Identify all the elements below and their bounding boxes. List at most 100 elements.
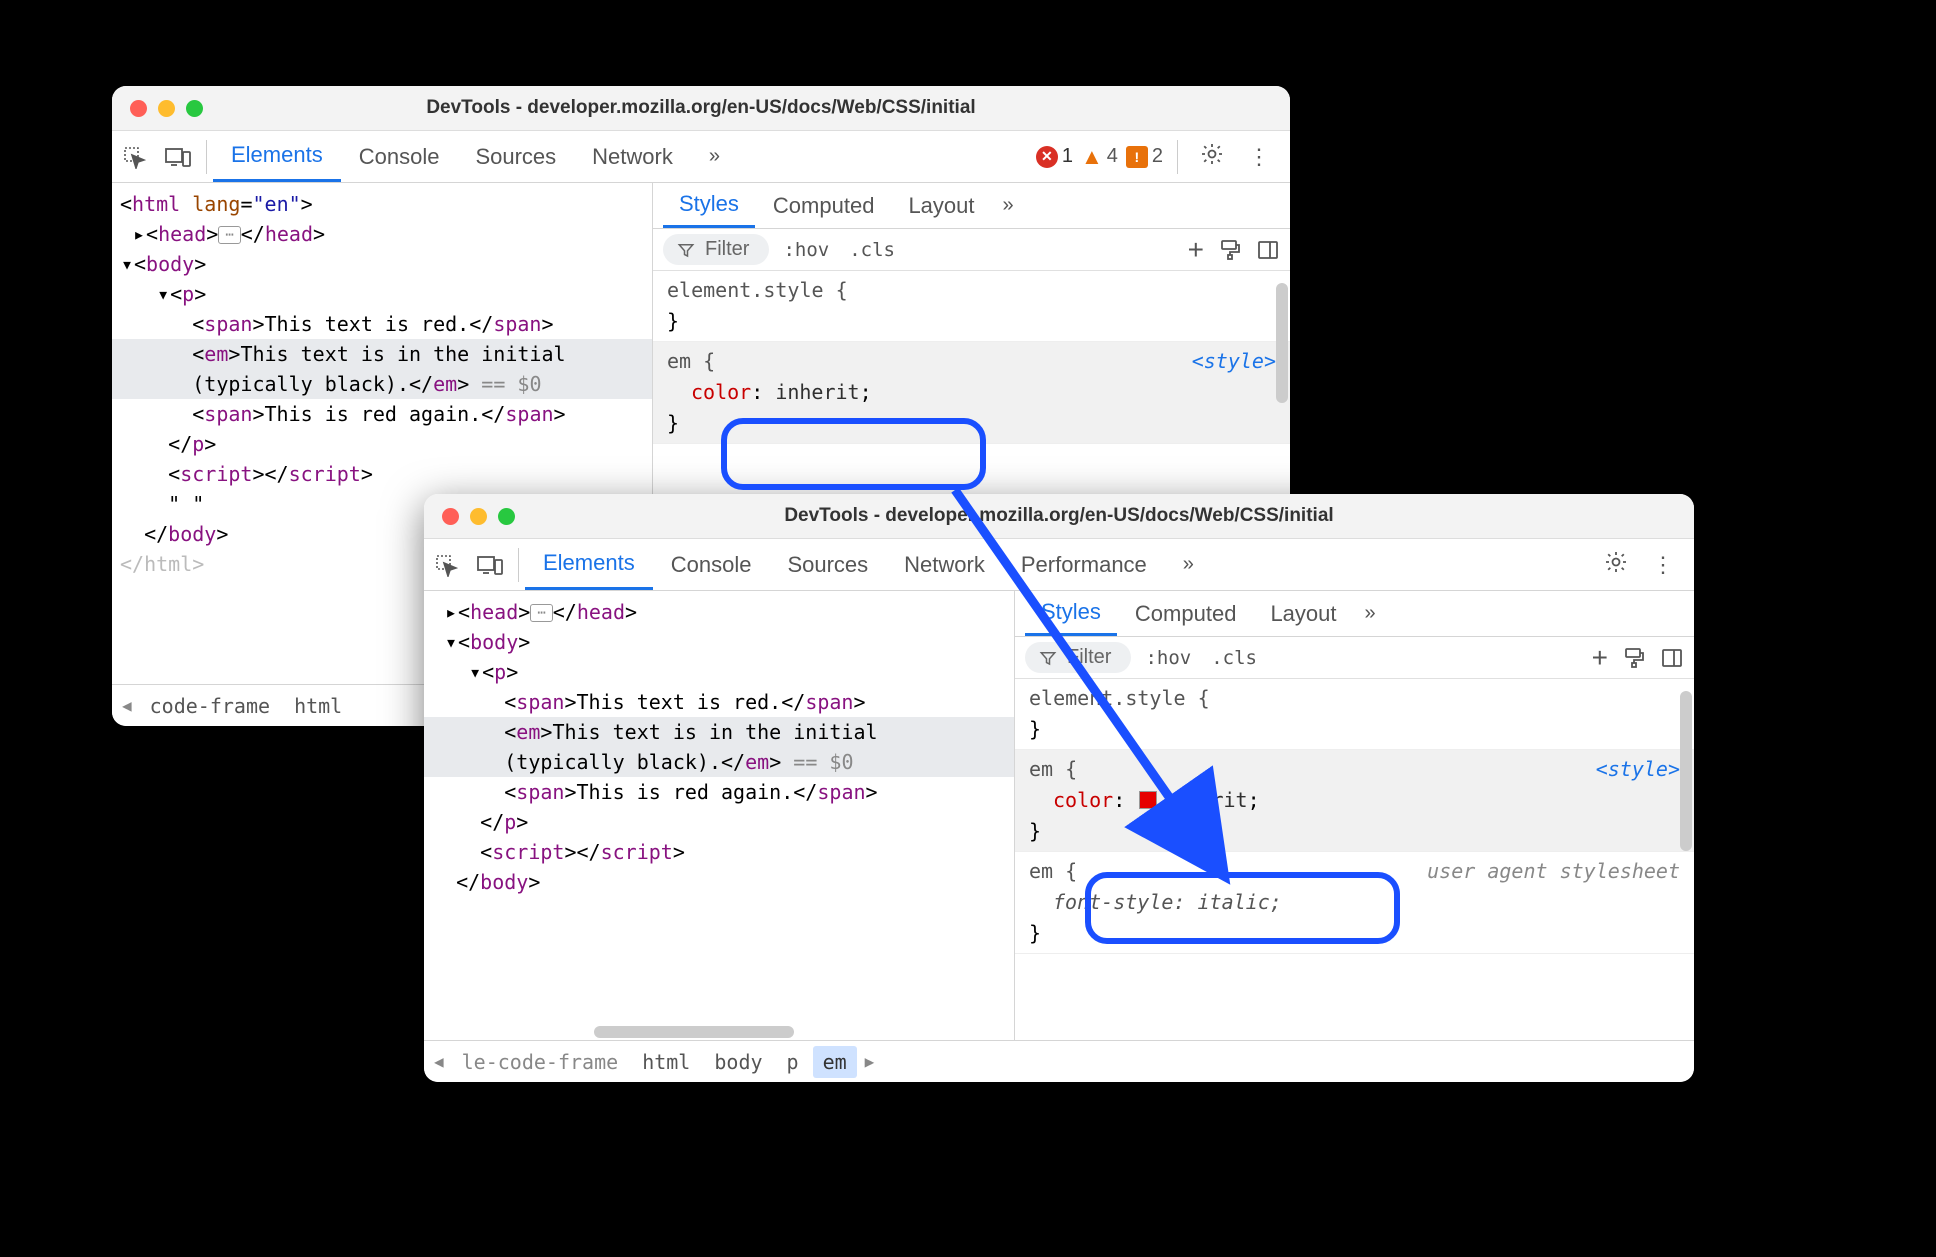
close-icon[interactable] bbox=[442, 508, 459, 525]
bc-item[interactable]: html bbox=[284, 690, 352, 722]
window-title: DevTools - developer.mozilla.org/en-US/d… bbox=[424, 505, 1694, 527]
paint-icon[interactable] bbox=[1622, 646, 1646, 670]
gear-icon[interactable] bbox=[1192, 142, 1232, 172]
tab-elements[interactable]: Elements bbox=[213, 131, 341, 182]
scrollbar[interactable] bbox=[1276, 283, 1288, 403]
tab-console[interactable]: Console bbox=[341, 131, 458, 182]
tag-span-close: span bbox=[805, 690, 853, 714]
kebab-icon[interactable]: ⋮ bbox=[1644, 552, 1682, 578]
cls-toggle[interactable]: .cls bbox=[1205, 647, 1263, 669]
tab-sources[interactable]: Sources bbox=[457, 131, 574, 182]
paint-icon[interactable] bbox=[1218, 238, 1242, 262]
hov-toggle[interactable]: :hov bbox=[1139, 647, 1197, 669]
tag-head-close: head bbox=[577, 600, 625, 624]
tab-performance[interactable]: Performance bbox=[1003, 539, 1165, 590]
tag-em-close: em bbox=[433, 372, 457, 396]
tab-computed[interactable]: Computed bbox=[757, 183, 891, 228]
issues-icon: ! bbox=[1126, 146, 1148, 168]
rule-origin[interactable]: <style> bbox=[1192, 346, 1276, 377]
tab-layout[interactable]: Layout bbox=[892, 183, 990, 228]
inspect-icon[interactable] bbox=[112, 145, 156, 169]
text-node: " " bbox=[168, 492, 204, 516]
device-toggle-icon[interactable] bbox=[468, 554, 512, 576]
tab-computed[interactable]: Computed bbox=[1119, 591, 1253, 636]
error-badge[interactable]: ✕1 bbox=[1036, 145, 1073, 168]
rule-element-style[interactable]: element.style { } bbox=[653, 271, 1290, 342]
property-name[interactable]: color bbox=[691, 380, 751, 404]
main-toolbar: Elements Console Sources Network Perform… bbox=[424, 539, 1694, 591]
tab-styles[interactable]: Styles bbox=[663, 183, 755, 228]
bc-item-active[interactable]: em bbox=[813, 1046, 857, 1078]
bc-item[interactable]: le-code-frame bbox=[452, 1046, 629, 1078]
zoom-icon[interactable] bbox=[498, 508, 515, 525]
main-toolbar: Elements Console Sources Network » ✕1 ▲4… bbox=[112, 131, 1290, 183]
hov-toggle[interactable]: :hov bbox=[777, 239, 835, 261]
bc-item[interactable]: code-frame bbox=[140, 690, 280, 722]
tabs-overflow[interactable]: » bbox=[1165, 539, 1212, 590]
close-icon[interactable] bbox=[130, 100, 147, 117]
scrollbar[interactable] bbox=[1680, 691, 1692, 851]
new-rule-icon[interactable]: + bbox=[1188, 236, 1204, 264]
filter-input[interactable]: Filter bbox=[663, 234, 769, 265]
breadcrumb[interactable]: ◀ le-code-frame html body p em ▶ bbox=[424, 1040, 1694, 1082]
minimize-icon[interactable] bbox=[470, 508, 487, 525]
dom-tree[interactable]: ▸<head>⋯</head> ▾<body> ▾<p> <span>This … bbox=[424, 591, 1014, 1040]
bc-item[interactable]: body bbox=[704, 1046, 772, 1078]
property-value[interactable]: inherit bbox=[775, 380, 859, 404]
new-rule-icon[interactable]: + bbox=[1592, 644, 1608, 672]
sidebar-toggle-icon[interactable] bbox=[1660, 646, 1684, 670]
ellipsis-icon[interactable]: ⋯ bbox=[218, 226, 240, 244]
styles-tabs-overflow[interactable]: » bbox=[1355, 602, 1376, 625]
rule-ua-em[interactable]: user agent stylesheet em { font-style: i… bbox=[1015, 852, 1694, 954]
tab-network[interactable]: Network bbox=[574, 131, 691, 182]
tag-span-open: span bbox=[516, 690, 564, 714]
cls-toggle[interactable]: .cls bbox=[843, 239, 901, 261]
minimize-icon[interactable] bbox=[158, 100, 175, 117]
styles-pane: Styles Computed Layout » Filter :hov .cl… bbox=[1014, 591, 1694, 1040]
tag-em-close: em bbox=[745, 750, 769, 774]
styles-actions: + bbox=[1188, 236, 1280, 264]
bc-prev-icon[interactable]: ◀ bbox=[118, 696, 136, 715]
filter-input[interactable]: Filter bbox=[1025, 642, 1131, 673]
tag-html: html bbox=[132, 192, 180, 216]
property-value[interactable]: inherit bbox=[1163, 788, 1247, 812]
scrollbar-horizontal[interactable] bbox=[594, 1026, 794, 1038]
rule-origin[interactable]: <style> bbox=[1596, 754, 1680, 785]
tag-em-open: em bbox=[204, 342, 228, 366]
zoom-icon[interactable] bbox=[186, 100, 203, 117]
bc-item[interactable]: html bbox=[632, 1046, 700, 1078]
color-swatch-icon[interactable] bbox=[1139, 791, 1157, 809]
panels: ▸<head>⋯</head> ▾<body> ▾<p> <span>This … bbox=[424, 591, 1694, 1040]
tab-sources[interactable]: Sources bbox=[769, 539, 886, 590]
device-toggle-icon[interactable] bbox=[156, 146, 200, 168]
inspect-icon[interactable] bbox=[424, 553, 468, 577]
tag-span-open: span bbox=[204, 402, 252, 426]
rule-em[interactable]: <style> em { color: inherit; } bbox=[653, 342, 1290, 444]
bc-item[interactable]: p bbox=[777, 1046, 809, 1078]
property-name[interactable]: color bbox=[1053, 788, 1113, 812]
tag-body-open: body bbox=[470, 630, 518, 654]
tab-styles[interactable]: Styles bbox=[1025, 591, 1117, 636]
bc-prev-icon[interactable]: ◀ bbox=[430, 1052, 448, 1071]
gear-icon[interactable] bbox=[1596, 550, 1636, 580]
styles-tabs-overflow[interactable]: » bbox=[993, 194, 1014, 217]
ellipsis-icon[interactable]: ⋯ bbox=[530, 604, 552, 622]
tag-span-close: span bbox=[817, 780, 865, 804]
warning-badge[interactable]: ▲4 bbox=[1081, 144, 1118, 170]
styles-rules[interactable]: element.style { } <style> em { color: in… bbox=[1015, 679, 1694, 1040]
attr-lang: lang bbox=[192, 192, 240, 216]
styles-filter-bar: Filter :hov .cls + bbox=[653, 229, 1290, 271]
tabs-overflow[interactable]: » bbox=[691, 131, 738, 182]
tab-network[interactable]: Network bbox=[886, 539, 1003, 590]
tab-layout[interactable]: Layout bbox=[1254, 591, 1352, 636]
rule-em[interactable]: <style> em { color: inherit; } bbox=[1015, 750, 1694, 852]
sidebar-toggle-icon[interactable] bbox=[1256, 238, 1280, 262]
tab-console[interactable]: Console bbox=[653, 539, 770, 590]
tag-span-close: span bbox=[493, 312, 541, 336]
issues-badge[interactable]: !2 bbox=[1126, 145, 1163, 168]
tab-elements[interactable]: Elements bbox=[525, 539, 653, 590]
tag-script-close: script bbox=[289, 462, 361, 486]
rule-element-style[interactable]: element.style { } bbox=[1015, 679, 1694, 750]
bc-next-icon[interactable]: ▶ bbox=[861, 1052, 879, 1071]
kebab-icon[interactable]: ⋮ bbox=[1240, 144, 1278, 170]
